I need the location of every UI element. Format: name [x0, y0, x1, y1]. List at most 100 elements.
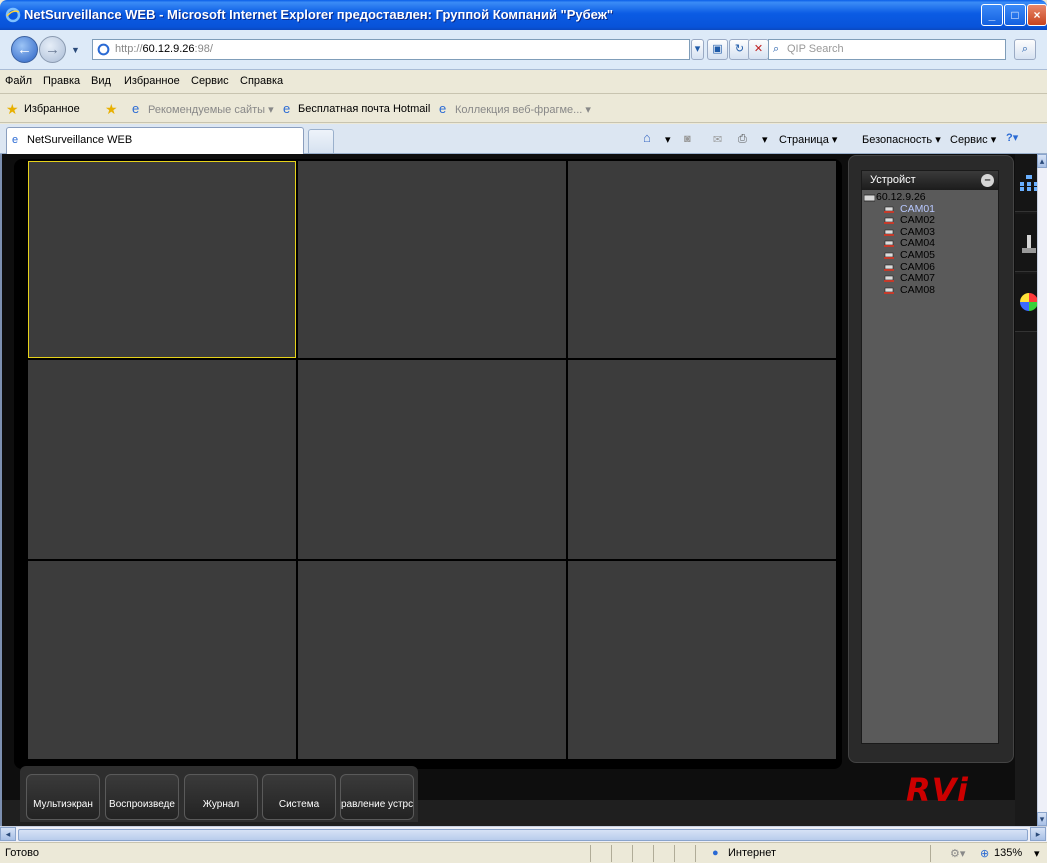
camera-label: CAM06: [900, 260, 936, 273]
address-input[interactable]: http://60.12.9.26:98/: [92, 39, 690, 60]
back-button[interactable]: ←: [11, 36, 38, 63]
system-button[interactable]: Система: [262, 774, 336, 820]
menu-bar: Файл Правка Вид Избранное Сервис Справка: [0, 70, 1047, 94]
device-panel: Устройст – 60.12.9.26 CAM01 CAM02 CAM03 CAM…: [861, 170, 999, 744]
camera-icon: [884, 264, 894, 271]
color-wheel-icon: [1020, 293, 1038, 311]
log-button[interactable]: Журнал: [184, 774, 258, 820]
hotmail-link[interactable]: Бесплатная почта Hotmail: [298, 103, 430, 115]
new-tab-button[interactable]: [308, 129, 334, 153]
video-cell-9[interactable]: [568, 561, 836, 759]
scroll-down-icon[interactable]: ▾: [1037, 812, 1047, 826]
suggested-sites-link[interactable]: Рекомендуемые сайты ▾: [148, 103, 274, 116]
feeds-icon[interactable]: ◙: [684, 133, 691, 145]
zoom-icon[interactable]: ⊕: [980, 847, 989, 860]
menu-file[interactable]: Файл: [5, 75, 32, 87]
video-cell-4[interactable]: [28, 360, 296, 559]
camera-label: CAM02: [900, 214, 936, 227]
device-icon: [864, 194, 875, 202]
page-menu[interactable]: Страница ▾: [779, 133, 837, 146]
favorites-star-icon: ★: [6, 101, 19, 117]
safety-menu[interactable]: Безопасность ▾: [862, 133, 941, 146]
zoom-level[interactable]: 135%: [994, 847, 1022, 859]
add-favorite-icon[interactable]: ★: [105, 101, 118, 118]
search-go-icon[interactable]: ⌕: [1014, 39, 1036, 60]
multiscreen-button[interactable]: Мультиэкран: [26, 774, 100, 820]
home-icon[interactable]: ⌂: [643, 130, 651, 145]
compatibility-view-icon[interactable]: ▣: [707, 39, 728, 60]
menu-help[interactable]: Справка: [240, 75, 283, 87]
camera-label: CAM04: [900, 237, 936, 250]
video-cell-6[interactable]: [568, 360, 836, 559]
search-placeholder: QIP Search: [787, 43, 844, 55]
video-grid: [14, 159, 842, 769]
tab-netsurveillance[interactable]: e NetSurveillance WEB: [6, 127, 304, 154]
refresh-icon[interactable]: ↻: [729, 39, 750, 60]
help-icon[interactable]: ?▾: [1006, 131, 1018, 144]
security-zone: Интернет: [728, 847, 776, 859]
device-root-label: 60.12.9.26: [876, 191, 926, 203]
scroll-left-icon[interactable]: ◂: [0, 827, 16, 841]
device-tree: 60.12.9.26 CAM01 CAM02 CAM03 CAM04 CAM05 CAM0…: [862, 191, 998, 297]
video-cell-2[interactable]: [298, 161, 566, 358]
history-dropdown-icon[interactable]: ▼: [71, 45, 80, 55]
scroll-up-icon[interactable]: ▴: [1037, 154, 1047, 168]
camera-icon: [884, 217, 894, 225]
search-input[interactable]: ⌕ QIP Search: [768, 39, 1006, 60]
playback-button[interactable]: Воспроизведе: [105, 774, 179, 820]
camera-item[interactable]: CAM08: [862, 284, 998, 297]
menu-tools[interactable]: Сервис: [191, 75, 229, 87]
ie-icon: [5, 7, 21, 23]
mail-icon[interactable]: ✉: [713, 133, 722, 146]
status-text: Готово: [5, 847, 39, 859]
favorites-bar: ★ Избранное ★ e Рекомендуемые сайты ▾ e …: [0, 95, 1047, 123]
collapse-icon[interactable]: –: [981, 174, 994, 187]
horizontal-scrollbar[interactable]: ◂ ▸: [0, 826, 1047, 842]
close-button[interactable]: ×: [1027, 4, 1047, 26]
video-cell-5[interactable]: [298, 360, 566, 559]
window-title: NetSurveillance WEB - Microsoft Internet…: [24, 7, 614, 22]
suggested-sites-icon: e: [132, 101, 140, 116]
device-panel-title: Устройст: [870, 174, 916, 186]
tools-menu[interactable]: Сервис ▾: [950, 133, 996, 146]
camera-icon: [884, 252, 894, 259]
address-protocol: http://: [115, 43, 143, 55]
minimize-button[interactable]: _: [981, 4, 1003, 26]
web-slice-gallery-link[interactable]: Коллекция веб-фрагме... ▾: [455, 103, 591, 116]
video-cell-7[interactable]: [28, 561, 296, 759]
camera-icon: [884, 229, 894, 236]
stop-icon[interactable]: ✕: [748, 39, 769, 60]
address-dropdown-icon[interactable]: ▾: [691, 39, 704, 60]
device-panel-header: Устройст –: [862, 171, 998, 190]
print-icon[interactable]: ⎙: [738, 133, 747, 146]
menu-favorites[interactable]: Избранное: [124, 75, 180, 87]
menu-view[interactable]: Вид: [91, 75, 111, 87]
video-cell-1[interactable]: [28, 161, 296, 358]
web-slice-icon: e: [439, 101, 447, 116]
maximize-button[interactable]: □: [1004, 4, 1026, 26]
video-cell-8[interactable]: [298, 561, 566, 759]
video-cell-3[interactable]: [568, 161, 836, 358]
joystick-icon: [1022, 235, 1036, 253]
device-management-button[interactable]: равление устрс: [340, 774, 414, 820]
address-port: :98/: [194, 43, 213, 55]
browser-window: NetSurveillance WEB - Microsoft Internet…: [0, 0, 1047, 863]
hotmail-icon: e: [283, 101, 291, 116]
bottom-button-bar: Мультиэкран Воспроизведе Журнал Система …: [20, 766, 418, 822]
menu-edit[interactable]: Правка: [43, 75, 80, 87]
protected-mode-icon[interactable]: ⚙▾: [950, 847, 965, 860]
scroll-right-icon[interactable]: ▸: [1030, 827, 1046, 841]
page-ie-icon: [97, 43, 110, 56]
search-icon: ⌕: [773, 43, 780, 55]
camera-label: CAM07: [900, 272, 936, 285]
vertical-scrollbar[interactable]: ▴ ▾: [1037, 154, 1047, 826]
forward-button[interactable]: →: [39, 36, 66, 63]
device-grid-icon: [1020, 175, 1038, 191]
horizontal-scroll-thumb[interactable]: [18, 829, 1028, 841]
status-bar: Готово ● Интернет ⚙▾ ⊕ 135% ▾: [0, 842, 1047, 863]
zoom-dropdown-icon[interactable]: ▾: [1034, 847, 1040, 860]
favorites-button[interactable]: Избранное: [24, 103, 80, 115]
home-dropdown-icon[interactable]: ▾: [665, 133, 671, 146]
page-content: Устройст – 60.12.9.26 CAM01 CAM02 CAM03 CAM…: [0, 154, 1047, 826]
print-dropdown-icon[interactable]: ▾: [762, 133, 768, 146]
